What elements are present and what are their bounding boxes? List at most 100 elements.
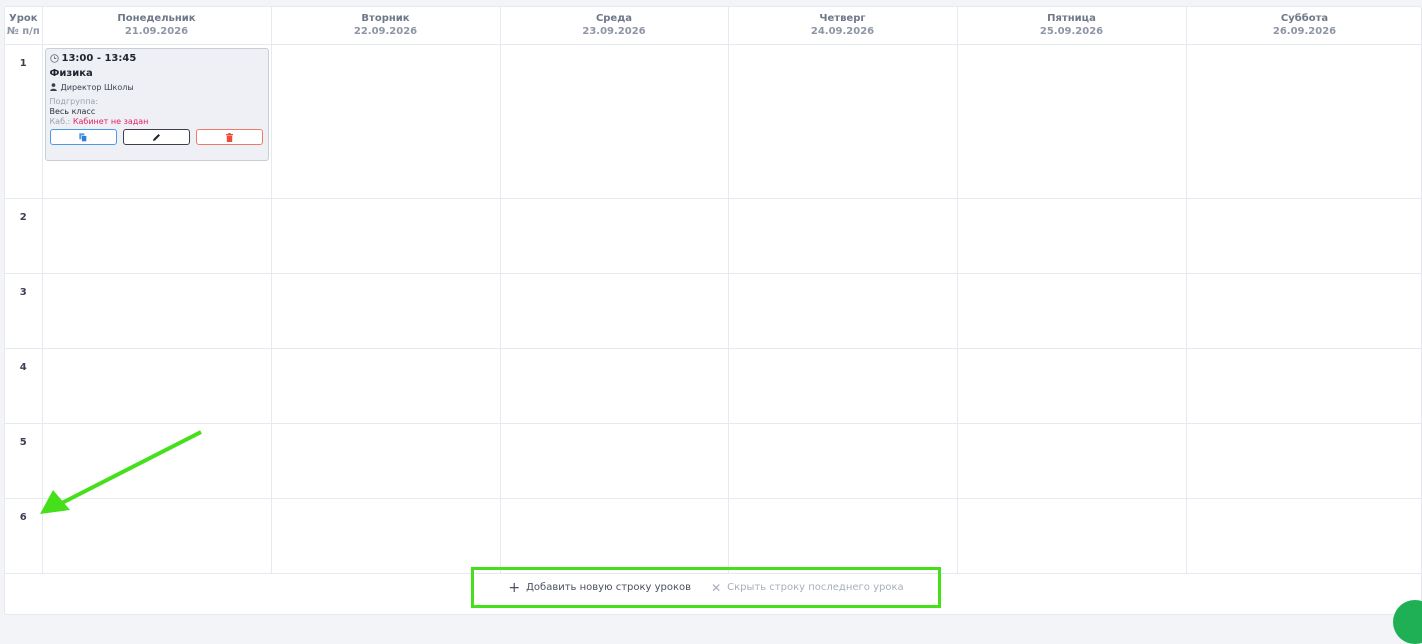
room-label: Каб.: — [50, 117, 71, 126]
day-header-thursday: Четверг 24.09.2026 — [728, 7, 957, 44]
schedule-cell[interactable] — [42, 423, 271, 498]
day-name: Понедельник — [43, 13, 271, 25]
schedule-cell[interactable] — [500, 423, 728, 498]
schedule-cell[interactable] — [1186, 498, 1422, 573]
user-icon — [50, 83, 57, 94]
row-number: 2 — [5, 212, 42, 223]
clock-icon — [50, 54, 59, 63]
day-date: 26.09.2026 — [1187, 25, 1422, 38]
row-number-cell: 5 — [5, 423, 42, 498]
add-row-label: Добавить новую строку уроков — [526, 582, 691, 593]
schedule-cell[interactable] — [500, 44, 728, 198]
schedule-cell[interactable] — [42, 498, 271, 573]
row-controls-highlight: + Добавить новую строку уроков ✕ Скрыть … — [471, 567, 941, 608]
day-header-wednesday: Среда 23.09.2026 — [500, 7, 728, 44]
subgroup-value: Весь класс — [50, 107, 264, 117]
hide-row-button[interactable]: ✕ Скрыть строку последнего урока — [711, 582, 904, 593]
schedule-cell[interactable] — [42, 198, 271, 273]
schedule-cell[interactable] — [271, 498, 500, 573]
day-name: Вторник — [272, 13, 500, 25]
row-number-cell: 6 — [5, 498, 42, 573]
lesson-time: 13:00 - 13:45 — [50, 53, 264, 65]
schedule-cell[interactable] — [728, 198, 957, 273]
plus-icon: + — [508, 583, 520, 593]
schedule-cell[interactable] — [957, 498, 1186, 573]
schedule-cell[interactable] — [42, 348, 271, 423]
schedule-cell[interactable] — [271, 273, 500, 348]
schedule-cell[interactable] — [271, 198, 500, 273]
lesson-row-1: 1 13:00 - 13:45 Физика — [5, 44, 1422, 198]
teacher-name: Директор Школы — [61, 83, 134, 93]
schedule-panel: Урок № п/п Понедельник 21.09.2026 Вторни… — [4, 6, 1422, 615]
schedule-cell[interactable] — [957, 273, 1186, 348]
schedule-cell[interactable] — [271, 44, 500, 198]
day-date: 22.09.2026 — [272, 25, 500, 38]
row-number: 3 — [5, 287, 42, 298]
schedule-cell[interactable] — [1186, 348, 1422, 423]
delete-button[interactable] — [196, 129, 263, 145]
schedule-cell[interactable] — [271, 423, 500, 498]
row-number-cell: 2 — [5, 198, 42, 273]
schedule-cell[interactable] — [1186, 423, 1422, 498]
schedule-cell[interactable] — [728, 273, 957, 348]
subgroup-label: Подгруппа: — [50, 97, 264, 107]
day-name: Пятница — [958, 13, 1186, 25]
schedule-cell[interactable] — [500, 498, 728, 573]
day-header-tuesday: Вторник 22.09.2026 — [271, 7, 500, 44]
schedule-cell[interactable] — [728, 498, 957, 573]
schedule-cell[interactable]: 13:00 - 13:45 Физика Директор Школы Подг… — [42, 44, 271, 198]
lesson-subject: Физика — [50, 68, 264, 80]
copy-button[interactable] — [50, 129, 117, 145]
schedule-cell[interactable] — [728, 348, 957, 423]
schedule-cell[interactable] — [728, 423, 957, 498]
row-number: 1 — [5, 58, 42, 69]
schedule-cell[interactable] — [1186, 273, 1422, 348]
room-line: Каб.: Кабинет не задан — [50, 117, 264, 127]
schedule-cell[interactable] — [42, 273, 271, 348]
day-header-saturday: Суббота 26.09.2026 — [1186, 7, 1422, 44]
row-number-cell: 3 — [5, 273, 42, 348]
schedule-cell[interactable] — [271, 348, 500, 423]
schedule-cell[interactable] — [500, 198, 728, 273]
schedule-cell[interactable] — [1186, 198, 1422, 273]
hide-row-label: Скрыть строку последнего урока — [727, 582, 904, 593]
pencil-icon — [152, 127, 161, 146]
schedule-grid: Урок № п/п Понедельник 21.09.2026 Вторни… — [5, 7, 1422, 574]
header-row: Урок № п/п Понедельник 21.09.2026 Вторни… — [5, 7, 1422, 44]
copy-icon — [79, 127, 87, 146]
schedule-cell[interactable] — [957, 348, 1186, 423]
trash-icon — [226, 127, 233, 146]
schedule-cell[interactable] — [500, 273, 728, 348]
row-number: 4 — [5, 362, 42, 373]
lesson-actions — [50, 129, 264, 145]
lesson-number-header: Урок № п/п — [5, 7, 42, 44]
schedule-cell[interactable] — [957, 44, 1186, 198]
schedule-cell[interactable] — [957, 423, 1186, 498]
schedule-cell[interactable] — [728, 44, 957, 198]
day-header-friday: Пятница 25.09.2026 — [957, 7, 1186, 44]
day-date: 21.09.2026 — [43, 25, 271, 38]
day-name: Среда — [501, 13, 728, 25]
schedule-cell[interactable] — [1186, 44, 1422, 198]
lesson-row-3: 3 — [5, 273, 1422, 348]
x-icon: ✕ — [711, 583, 721, 593]
day-date: 23.09.2026 — [501, 25, 728, 38]
row-number: 6 — [5, 512, 42, 523]
lesson-teacher: Директор Школы — [50, 83, 264, 94]
day-date: 24.09.2026 — [729, 25, 957, 38]
day-date: 25.09.2026 — [958, 25, 1186, 38]
row-number: 5 — [5, 437, 42, 448]
lesson-card[interactable]: 13:00 - 13:45 Физика Директор Школы Подг… — [45, 48, 269, 161]
add-row-button[interactable]: + Добавить новую строку уроков — [508, 582, 691, 593]
lesson-row-6: 6 — [5, 498, 1422, 573]
day-header-monday: Понедельник 21.09.2026 — [42, 7, 271, 44]
schedule-cell[interactable] — [957, 198, 1186, 273]
lesson-row-4: 4 — [5, 348, 1422, 423]
lesson-time-text: 13:00 - 13:45 — [62, 53, 137, 65]
room-value: Кабинет не задан — [73, 117, 149, 126]
schedule-cell[interactable] — [500, 348, 728, 423]
edit-button[interactable] — [123, 129, 190, 145]
lesson-header-subtitle: № п/п — [5, 25, 42, 38]
day-name: Суббота — [1187, 13, 1422, 25]
day-name: Четверг — [729, 13, 957, 25]
